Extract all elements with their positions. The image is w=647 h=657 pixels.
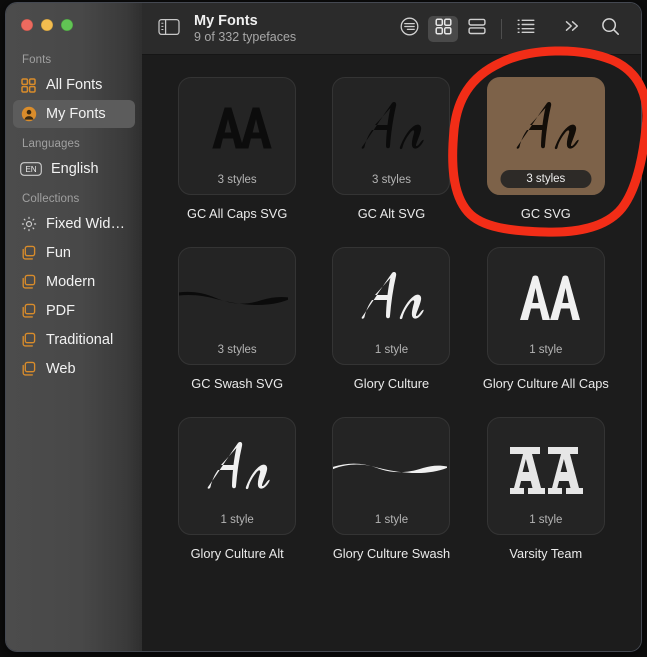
page-title: My Fonts	[194, 12, 258, 29]
style-count: 1 style	[374, 344, 409, 356]
font-tile[interactable]: 1 style	[332, 247, 451, 365]
sidebar-item-label: All Fonts	[46, 77, 103, 93]
font-name: Glory Culture Alt	[190, 546, 284, 561]
font-tile[interactable]: 3 styles	[178, 247, 297, 365]
toolbar-title-block: My Fonts 9 of 332 typefaces	[194, 13, 296, 45]
sidebar-item-label: PDF	[46, 303, 75, 319]
font-grid: 3 styles GC All Caps SVG 3 styles GC Alt…	[142, 55, 641, 651]
sidebar-item-label: Fixed Wid…	[46, 216, 125, 232]
collection-folder-icon	[20, 303, 37, 320]
toolbar: My Fonts 9 of 332 typefaces	[142, 3, 641, 55]
sidebar-item-all-fonts[interactable]: All Fonts	[13, 71, 135, 99]
style-count: 1 style	[374, 514, 409, 526]
font-tile[interactable]: 1 style	[486, 417, 605, 535]
font-name: GC All Caps SVG	[187, 206, 288, 221]
sidebar-section-header-fonts: Fonts	[22, 54, 52, 66]
font-grid-item[interactable]: 3 styles GC Swash SVG	[160, 247, 314, 417]
stacked-rows-icon	[468, 18, 486, 40]
font-grid-item[interactable]: 1 style Glory Culture Alt	[160, 417, 314, 587]
sidebar-item-fixed-width[interactable]: Fixed Wid…	[13, 210, 135, 238]
style-count: 3 styles	[371, 174, 411, 186]
font-name: GC SVG	[520, 206, 571, 221]
font-grid-item[interactable]: 1 style Varsity Team	[469, 417, 623, 587]
sidebar-item-fun[interactable]: Fun	[13, 239, 135, 267]
collection-folder-icon	[20, 361, 37, 378]
font-name: GC Swash SVG	[191, 376, 284, 391]
font-name: Glory Culture	[353, 376, 430, 391]
font-name: Varsity Team	[509, 546, 583, 561]
grid-view-button[interactable]	[428, 15, 458, 42]
typeface-count: 9 of 332 typefaces	[194, 29, 297, 44]
sidebar-item-label: Modern	[46, 274, 96, 290]
sidebar-item-english[interactable]: EN English	[13, 155, 135, 183]
main-area: My Fonts 9 of 332 typefaces 3 styles GC …	[142, 3, 641, 651]
sidebar-item-traditional[interactable]: Traditional	[13, 326, 135, 354]
font-name: Glory Culture Swash	[332, 546, 451, 561]
chevron-double-right-icon	[563, 18, 581, 39]
screenshot-root: Fonts All Fonts My Fonts Languages EN En…	[0, 0, 647, 657]
sidebar: Fonts All Fonts My Fonts Languages EN En…	[6, 3, 142, 651]
font-grid-item[interactable]: 3 styles GC All Caps SVG	[160, 77, 314, 247]
grid-view-icon	[434, 17, 452, 40]
card-view-button[interactable]	[462, 16, 492, 42]
font-grid-item[interactable]: 1 style Glory Culture All Caps	[469, 247, 623, 417]
sort-filter-button[interactable]	[394, 16, 424, 42]
close-button[interactable]	[21, 19, 33, 31]
font-grid-item[interactable]: 1 style Glory Culture Swash	[314, 417, 468, 587]
list-view-icon	[517, 18, 535, 39]
font-grid-item[interactable]: 3 styles GC Alt SVG	[314, 77, 468, 247]
person-circle-icon	[20, 106, 37, 123]
window-controls	[6, 3, 142, 45]
sidebar-item-modern[interactable]: Modern	[13, 268, 135, 296]
style-count: 1 style	[529, 514, 563, 526]
font-grid-item[interactable]: 1 style Glory Culture	[314, 247, 468, 417]
collection-folder-icon	[20, 274, 37, 291]
sidebar-item-label: Traditional	[46, 332, 114, 348]
font-name: Glory Culture All Caps	[482, 376, 609, 391]
minimize-button[interactable]	[41, 19, 53, 31]
grid-squares-icon	[20, 77, 37, 94]
zoom-button[interactable]	[61, 19, 73, 31]
toolbar-divider	[501, 18, 502, 39]
collection-folder-icon	[20, 332, 37, 349]
font-tile[interactable]: 1 style	[486, 247, 605, 365]
style-count: 1 style	[220, 514, 254, 526]
circle-lines-icon	[400, 17, 419, 41]
font-name: GC Alt SVG	[357, 206, 426, 221]
svg-text:EN: EN	[25, 165, 36, 174]
style-count: 3 styles	[500, 170, 592, 188]
collection-folder-icon	[20, 245, 37, 262]
sidebar-section-header-languages: Languages	[22, 138, 80, 150]
en-badge-icon: EN	[20, 161, 42, 178]
font-tile[interactable]: 1 style	[332, 417, 451, 535]
font-book-window: Fonts All Fonts My Fonts Languages EN En…	[6, 3, 641, 651]
sidebar-item-my-fonts[interactable]: My Fonts	[13, 100, 135, 128]
font-tile[interactable]: 1 style	[178, 417, 297, 535]
sidebar-section-header-collections: Collections	[22, 193, 80, 205]
style-count: 3 styles	[217, 174, 257, 186]
font-tile[interactable]: 3 styles	[486, 77, 605, 195]
sidebar-item-label: English	[51, 161, 99, 177]
search-icon	[601, 17, 620, 41]
list-view-button[interactable]	[511, 16, 541, 42]
font-tile[interactable]: 3 styles	[332, 77, 451, 195]
font-tile[interactable]: 3 styles	[178, 77, 297, 195]
more-button[interactable]	[557, 16, 587, 42]
sidebar-item-label: Fun	[46, 245, 71, 261]
style-count: 1 style	[529, 344, 563, 356]
sidebar-item-label: Web	[46, 361, 76, 377]
sidebar-toggle-icon[interactable]	[158, 18, 180, 40]
style-count: 3 styles	[217, 344, 257, 356]
sidebar-item-web[interactable]: Web	[13, 355, 135, 383]
font-grid-item-selected[interactable]: 3 styles GC SVG	[469, 77, 623, 247]
gear-icon	[20, 216, 37, 233]
sidebar-item-label: My Fonts	[46, 106, 106, 122]
search-button[interactable]	[595, 16, 625, 42]
sidebar-item-pdf[interactable]: PDF	[13, 297, 135, 325]
